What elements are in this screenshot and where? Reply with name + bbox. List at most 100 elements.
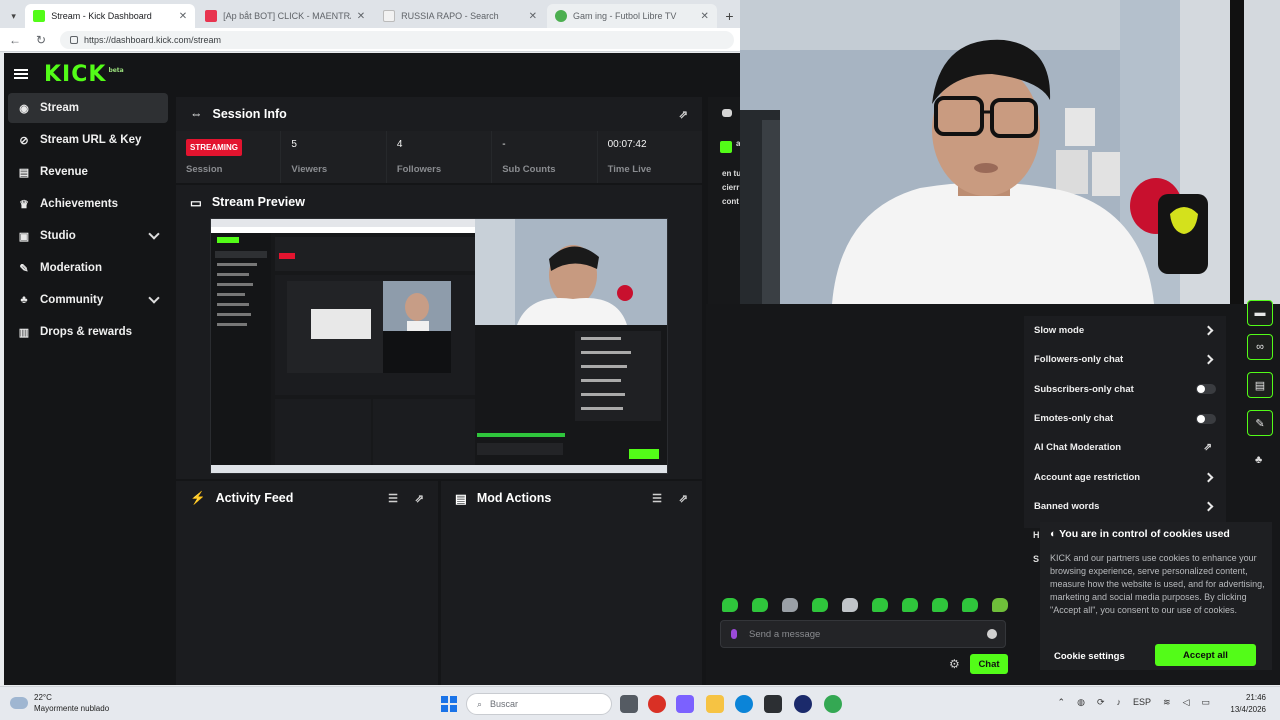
emote-icon[interactable] [902,598,918,612]
search-placeholder: Buscar [490,699,519,709]
stream-preview-panel: ▭ Stream Preview [176,185,702,479]
popout-icon[interactable]: ⇗ [679,108,688,121]
setting-banned-words[interactable]: Banned words [1024,492,1226,521]
close-tab-icon[interactable]: ✕ [357,11,365,22]
filter-icon[interactable]: ☰ [388,492,398,505]
back-icon[interactable]: ← [8,33,22,47]
sidebar-item-stream-url-key[interactable]: ⊘ Stream URL & Key [8,125,168,155]
tray-app-icon[interactable]: ◍ [1077,697,1085,708]
layout-icon[interactable]: ▤ [1247,372,1273,398]
chat-bubble-icon[interactable]: ▬ [1247,300,1273,326]
close-tab-icon[interactable]: ✕ [179,11,187,22]
menu-icon[interactable] [14,69,28,79]
stat-value: - [502,139,506,150]
emoji-icon[interactable] [987,629,997,639]
chat-message-fragment: cierr [722,183,740,192]
popout-icon[interactable]: ⇗ [415,492,424,505]
browser-tab[interactable]: RUSSIA RAPO - Search ✕ [375,4,545,28]
sidebar-item-label: Community [40,294,104,306]
sidebar-item-stream[interactable]: ◉ Stream [8,93,168,123]
edge-icon[interactable] [735,695,753,713]
sidebar-item-revenue[interactable]: ▤ Revenue [8,157,168,187]
filter-icon[interactable]: ☰ [652,492,662,505]
cropped-text-s: S [1033,554,1040,564]
store-icon[interactable] [764,695,782,713]
sidebar-item-label: Studio [40,230,76,242]
close-tab-icon[interactable]: ✕ [529,11,537,22]
cookie-settings-button[interactable]: Cookie settings [1054,646,1125,666]
battery-icon[interactable]: ▭ [1201,697,1210,708]
webcam-feed [740,0,1280,304]
browser-tab[interactable]: Gam ing - Futbol Libre TV ✕ [546,4,717,28]
wifi-icon[interactable]: ≋ [1163,697,1171,708]
emote-icon[interactable] [962,598,978,612]
weather-widget[interactable]: 22°C Mayormente nublado [10,692,109,714]
stat-label: Time Live [607,164,652,175]
copilot-icon[interactable] [676,695,694,713]
emote-icon[interactable] [872,598,888,612]
taskbar: 22°C Mayormente nublado ⌕ Buscar ⌃ ◍ ⟳ ♪… [0,686,1280,720]
emote-icon[interactable] [782,598,798,612]
chat-input[interactable]: Send a message [720,620,1006,648]
emote-icon[interactable] [812,598,828,612]
chevron-down-icon[interactable] [148,228,160,240]
file-explorer-icon[interactable] [706,695,724,713]
setting-account-age[interactable]: Account age restriction [1024,462,1226,491]
tray-app-icon[interactable]: ⟳ [1097,697,1105,708]
subscribers-only-toggle[interactable] [1196,384,1216,395]
volume-icon[interactable]: ◁ [1183,697,1190,708]
clock[interactable]: 21:46 13/4/2026 [1230,692,1266,716]
sidebar-item-studio[interactable]: ▣ Studio [8,221,168,251]
setting-followers-only[interactable]: Followers-only chat [1024,345,1226,374]
chat-send-button[interactable]: Chat [970,654,1008,674]
chrome-icon[interactable] [824,695,842,713]
sidebar-item-community[interactable]: ♣ Community [8,285,168,315]
webcam-overlay [740,0,1280,304]
popout-icon[interactable]: ⇗ [679,492,688,505]
browser-tab[interactable]: [Ap bắt BOT] CLICK - MAENTRA ✕ [197,4,373,28]
url-field[interactable]: https://dashboard.kick.com/stream [60,30,734,49]
hp-icon[interactable] [794,695,812,713]
tab-search-icon[interactable]: ▾ [4,4,23,28]
app-icon[interactable] [648,695,666,713]
sidebar-item-moderation[interactable]: ✎ Moderation [8,253,168,283]
sidebar-item-drops-rewards[interactable]: ▥ Drops & rewards [8,317,168,347]
sidebar-item-achievements[interactable]: ♛ Achievements [8,189,168,219]
browser-tab[interactable]: Stream - Kick Dashboard ✕ [25,4,196,28]
stream-preview-video[interactable] [210,218,668,474]
stat-value: 4 [396,139,403,150]
mod-tools-rail: ▬ ∞ ▤ ✎ ♣ [1242,300,1278,479]
setting-ai-moderation[interactable]: AI Chat Moderation ⇗ [1024,433,1226,462]
kick-favicon-icon [33,10,46,22]
glasses-icon[interactable]: ∞ [1247,334,1273,360]
accept-all-button[interactable]: Accept all [1155,644,1256,666]
kick-logo[interactable]: KICK beta [44,62,124,87]
new-tab-icon[interactable]: + [719,4,740,28]
language-indicator[interactable]: ESP [1133,697,1151,708]
cropped-text-h: H [1033,530,1040,540]
setting-slow-mode[interactable]: Slow mode [1024,316,1226,345]
reload-icon[interactable]: ↻ [34,33,48,47]
preview-icon: ▭ [190,195,202,210]
emote-icon[interactable] [722,598,738,612]
emotes-only-toggle[interactable] [1196,413,1216,424]
shield-icon: ▤ [455,491,467,506]
stat-value: 00:07:42 [607,139,647,150]
taskbar-search[interactable]: ⌕ Buscar [466,693,612,715]
task-view-icon[interactable] [620,695,638,713]
emote-icon[interactable] [752,598,768,612]
stat-sub-counts: - Sub Counts [492,131,598,183]
emote-icon[interactable] [932,598,948,612]
wrench-tool-icon[interactable]: ✎ [1247,410,1273,436]
stat-viewers: 5 Viewers [281,131,387,183]
gear-icon[interactable]: ⚙ [949,657,960,671]
chevron-up-icon[interactable]: ⌃ [1058,697,1066,708]
close-tab-icon[interactable]: ✕ [700,11,708,22]
microphone-tray-icon[interactable]: ♪ [1117,697,1122,708]
emote-icon[interactable] [842,598,858,612]
users-icon[interactable]: ♣ [1255,454,1262,466]
emote-icon[interactable] [992,598,1008,612]
chat-placeholder: Send a message [749,628,821,640]
chevron-down-icon[interactable] [148,292,160,304]
windows-start-icon[interactable] [441,696,457,712]
